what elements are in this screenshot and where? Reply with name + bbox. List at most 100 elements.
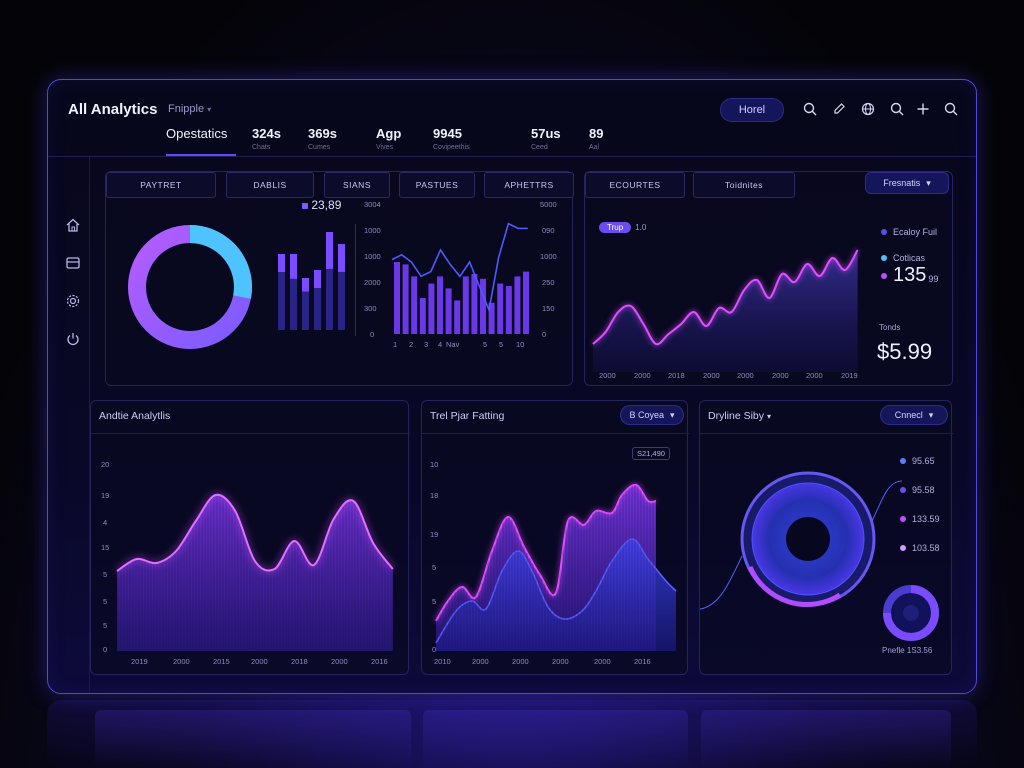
power-icon[interactable] [65,331,83,349]
stat-sub: Chats [252,144,271,151]
tab-sians[interactable]: SIANS [324,172,390,198]
combo-bar [523,271,529,334]
big-metric: 135 99 [881,264,938,287]
sidebar [48,157,90,693]
combo-bar [411,276,418,334]
mini-gauge [883,585,939,641]
combo-bar [505,286,512,334]
y-tick: 3004 [364,200,381,209]
x-tick: 1 [393,340,398,349]
overview-panel: PAYTRET DABLIS SIANS PASTUES APHETTRS 23… [105,171,574,386]
reflection-panel [423,710,688,768]
y-tick: 2000 [364,278,381,287]
y-tick-right: 090 [542,226,555,235]
legend-dot [881,229,887,235]
dryline-panel: Dryline Siby ▾ Cnnecl ▾ 95.65 95.58 133.… [699,400,953,675]
dryline-title-selector[interactable]: Dryline Siby ▾ [708,410,771,422]
x-tick: 2000 [703,371,720,380]
stat-sub: Ceed [531,144,548,151]
y-tick: 10 [430,460,439,469]
y-tick: 4 [103,518,108,527]
tab-dablis[interactable]: DABLIS [226,172,314,198]
search-icon[interactable] [942,100,960,118]
search-icon[interactable] [801,100,819,118]
legend-item: Cotlicas [881,253,925,263]
globe-icon[interactable] [859,100,877,118]
dropdown-label: Fresnatis [883,178,921,188]
search-icon[interactable] [888,100,906,118]
stat-value: 89 [589,126,604,141]
y-tick: 5 [103,621,108,630]
mini-bar [290,254,297,279]
panel-divider [422,433,689,434]
chart-divider [355,224,356,336]
y-tick-right: 1000 [540,252,557,261]
range-toggle[interactable]: Trup 1.0 [599,222,646,233]
y-tick: 300 [364,304,377,313]
tab-toidnites[interactable]: Toidnites [693,172,795,198]
tab-ecourtes[interactable]: ECOURTES [585,172,685,198]
x-tick: 2000 [594,657,611,666]
x-tick: 2015 [213,657,230,666]
x-tick: 2018 [668,371,685,380]
mini-gauge-core [903,605,919,621]
x-tick: 2000 [806,371,823,380]
settings-icon[interactable] [65,293,83,311]
panel-title: Dryline Siby [708,410,765,422]
x-tick: 2 [409,340,414,349]
hotel-button[interactable]: Horel [720,98,784,122]
y-tick-right: 150 [542,304,555,313]
tab-pastues[interactable]: PASTUES [399,172,475,198]
mini-bar [278,254,285,272]
legend-label: Ecaloy Fuil [893,227,938,237]
tab-aphettrs[interactable]: APHETTRS [484,172,574,198]
panel-divider [700,433,953,434]
chevron-down-icon: ▾ [928,409,934,420]
y-tick: 5 [103,570,108,579]
legend-dot [900,487,906,493]
legend-dot [900,516,906,522]
coyea-dropdown[interactable]: B Coyea ▾ [620,405,684,425]
chevron-down-icon: ▾ [926,177,931,188]
combo-bar [480,278,486,334]
gauge-footer: Pnefle 1S3.56 [882,646,933,655]
x-tick: 2000 [552,657,569,666]
x-tick: 2010 [434,657,451,666]
sub-label: Tonds [879,323,901,332]
legend-value-text: 23,89 [311,198,342,212]
y-tick-right: 0 [542,330,547,339]
cnnecl-dropdown[interactable]: Cnnecl ▾ [880,405,948,425]
dashboard-frame: All Analytics Fnipple ▾ Opestatics 324s … [47,79,977,694]
tab-paytret[interactable]: PAYTRET [106,172,216,198]
toggle-value: 1.0 [635,223,647,232]
y-tick: 1000 [364,252,381,261]
stat-sub: Aal [589,144,600,151]
stat-opestatics[interactable]: Opestatics [166,126,227,141]
reflection-panel [701,710,951,768]
edit-icon[interactable] [830,100,848,118]
stat-value: Agp [376,126,402,141]
legend-dot [900,458,906,464]
combo-bar [497,283,504,334]
combo-bar [428,283,435,334]
x-tick: 2000 [599,371,616,380]
profile-selector[interactable]: Fnipple ▾ [168,103,211,115]
panel-title: Trel Pjar Fatting [430,410,505,422]
stat-item: 324s Chats [252,126,281,151]
x-tick: 4 [438,340,443,349]
x-tick: 5 [499,340,504,349]
app-title: All Analytics [68,101,158,118]
home-icon[interactable] [65,217,83,235]
add-icon[interactable] [914,100,932,118]
y-tick: 20 [101,460,110,469]
combo-bar [402,264,409,334]
x-tick: 5 [483,340,488,349]
x-tick: 2000 [472,657,489,666]
legend-item: 95.65 [900,456,935,466]
fresnatis-dropdown[interactable]: Fresnatis ▾ [865,172,949,194]
legend-label: Cotlicas [893,253,926,263]
stat-item: 89 Aal [589,126,603,151]
combo-bar [471,274,478,334]
mini-bar [314,270,321,288]
card-icon[interactable] [65,255,83,273]
